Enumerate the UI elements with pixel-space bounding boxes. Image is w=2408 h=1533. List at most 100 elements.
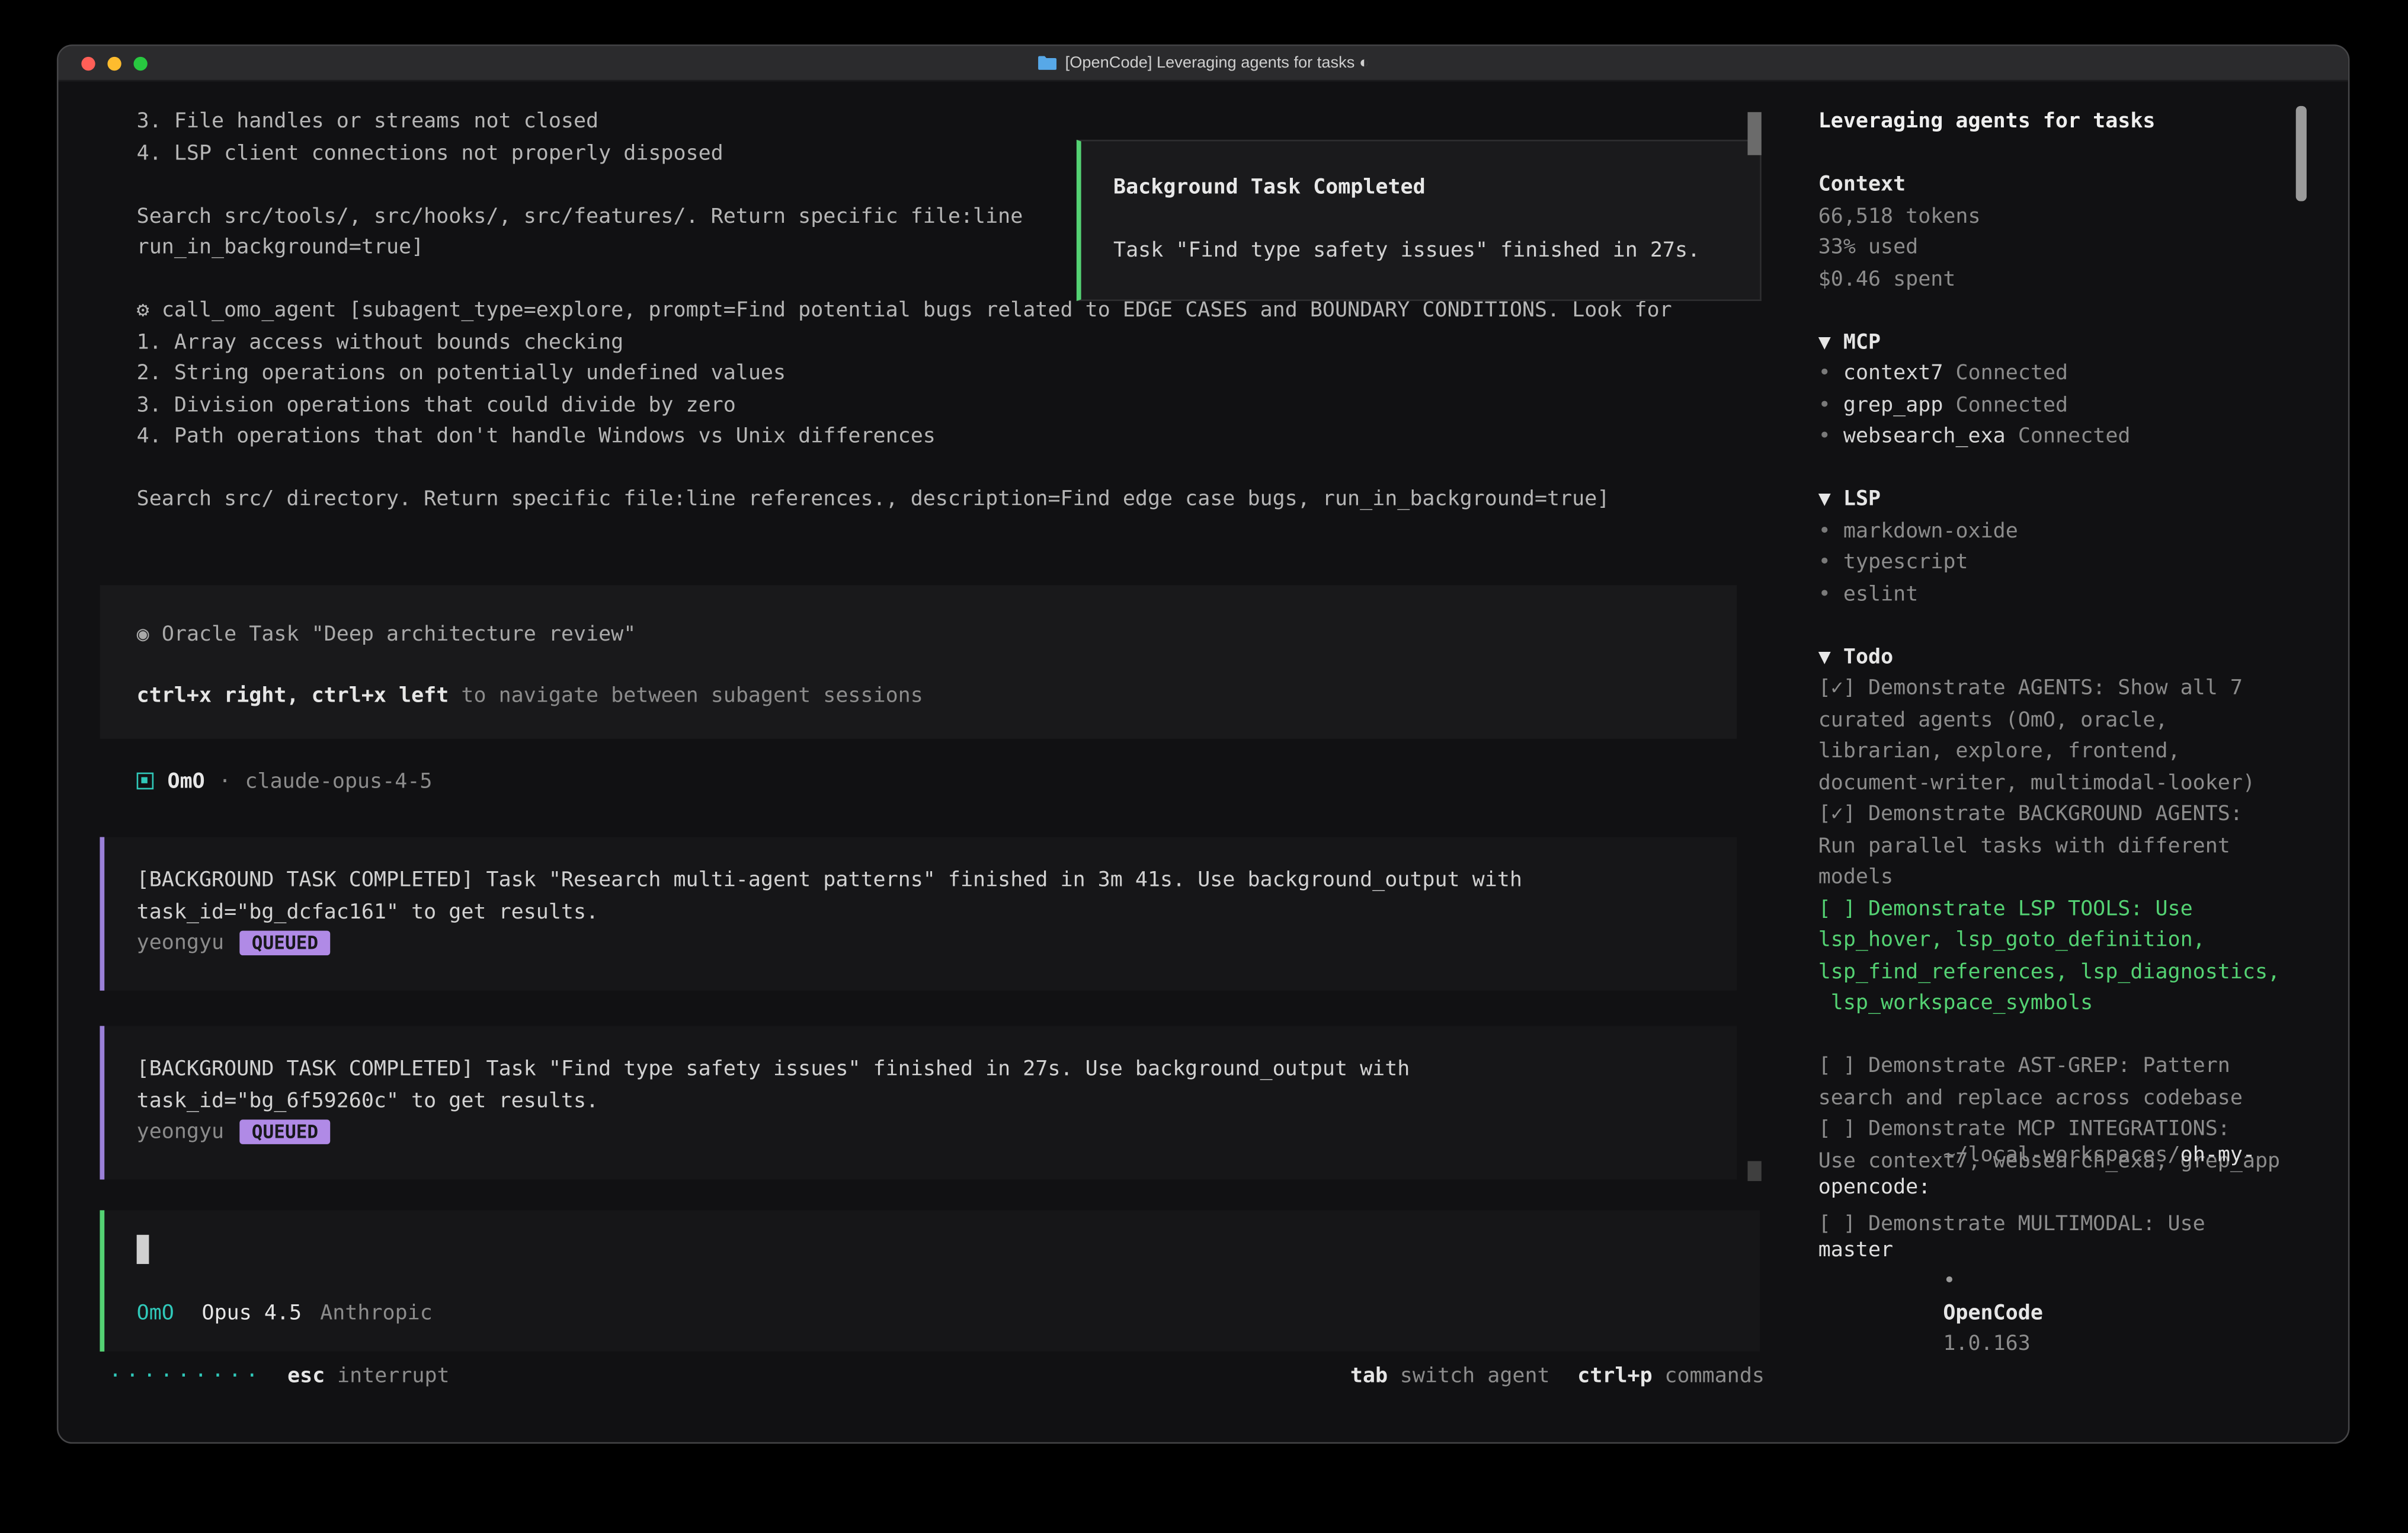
prompt-input[interactable]: OmO Opus 4.5 Anthropic	[100, 1210, 1760, 1351]
chevron-down-icon: ▼	[1818, 644, 1831, 668]
window-title: [OpenCode] Leveraging agents for tasks ◐	[1038, 54, 1369, 72]
lsp-section: ▼ LSP • markdown-oxide • typescript • es…	[1818, 484, 2348, 610]
tab-keyhint-label: switch agent	[1400, 1361, 1550, 1392]
ctrlp-keyhint: ctrl+p	[1577, 1361, 1652, 1392]
gear-icon: ⚙	[137, 298, 149, 322]
context-used: 33% used	[1818, 232, 2348, 263]
message-author: yeongyu	[137, 927, 224, 959]
notification-body: Task "Find type safety issues" finished …	[1113, 234, 1726, 265]
provider-label: Anthropic	[320, 1298, 433, 1329]
message-text: [BACKGROUND TASK COMPLETED] Task "Resear…	[137, 865, 1706, 896]
close-button[interactable]	[81, 56, 95, 70]
agent-name: OmO	[168, 766, 205, 797]
message-footer: yeongyu QUEUED	[137, 927, 1706, 959]
todo-item: [✓] Demonstrate AGENTS: Show all 7 curat…	[1818, 673, 2298, 799]
hint-keys: ctrl+x right, ctrl+x left	[137, 683, 449, 708]
bullet-icon: •	[1818, 361, 1831, 385]
message-footer: yeongyu QUEUED	[137, 1116, 1706, 1148]
bullet-icon: •	[1818, 550, 1831, 574]
status-bar: ········· esc interrupt tab switch agent…	[109, 1361, 1765, 1392]
notification-toast: Background Task Completed Task "Find typ…	[1077, 140, 1762, 301]
chevron-down-icon: ▼	[1818, 487, 1831, 511]
zoom-button[interactable]	[133, 56, 147, 70]
terminal-line: 3. Division operations that could divide…	[137, 389, 1738, 421]
context-spent: $0.46 spent	[1818, 263, 2348, 295]
bullet-icon: •	[1818, 581, 1831, 606]
context-section: Context 66,518 tokens 33% used $0.46 spe…	[1818, 169, 2348, 295]
app-version: • OpenCode 1.0.163	[1818, 1234, 2043, 1392]
bullet-icon: •	[1943, 1269, 1955, 1293]
esc-keyhint-label: interrupt	[337, 1361, 450, 1392]
text-cursor	[137, 1235, 149, 1264]
bullet-icon: •	[1818, 392, 1831, 417]
bullet-icon: •	[1818, 519, 1831, 543]
todo-item-current: [ ] Demonstrate LSP TOOLS: Use lsp_hover…	[1818, 893, 2298, 1019]
tool-call-text: call_omo_agent [subagent_type=explore, p…	[149, 298, 1672, 322]
app-name: OpenCode	[1943, 1300, 2043, 1324]
terminal-main: 3. File handles or streams not closed 4.…	[58, 81, 1795, 1442]
main-scrollbar-thumb[interactable]	[1747, 112, 1761, 155]
oracle-task-title: ◉ Oracle Task "Deep architecture review"	[137, 618, 1700, 649]
message-text: task_id="bg_6f59260c" to get results.	[137, 1085, 1706, 1116]
terminal-line: 1. Array access without bounds checking	[137, 327, 1738, 358]
terminal-line-blank	[137, 452, 1738, 484]
record-icon: ◉	[137, 621, 149, 645]
mcp-item: • grep_app Connected	[1818, 389, 2348, 421]
session-title: Leveraging agents for tasks	[1818, 106, 2348, 137]
workspace-dir: ~/local-workspaces/	[1943, 1142, 2180, 1167]
message-author: yeongyu	[137, 1116, 224, 1148]
lsp-item: • eslint	[1818, 578, 2348, 610]
hint-rest: to navigate between subagent sessions	[449, 683, 923, 708]
subagent-nav-hint: ctrl+x right, ctrl+x left to navigate be…	[137, 680, 1700, 712]
spinner: ·········	[109, 1361, 263, 1392]
sidebar: Leveraging agents for tasks Context 66,5…	[1795, 81, 2348, 1442]
todo-item: [ ] Demonstrate AST-GREP: Pattern search…	[1818, 1051, 2298, 1113]
message-text: task_id="bg_dcfac161" to get results.	[137, 896, 1706, 927]
terminal-line: 4. Path operations that don't handle Win…	[137, 421, 1738, 452]
traffic-lights	[81, 46, 147, 80]
todo-item: [✓] Demonstrate BACKGROUND AGENTS: Run p…	[1818, 799, 2298, 893]
active-agent-label: OmO	[137, 1298, 174, 1329]
todo-section-header[interactable]: ▼ Todo	[1818, 641, 2348, 673]
oracle-task-panel: ◉ Oracle Task "Deep architecture review"…	[100, 584, 1737, 738]
terminal-window: [OpenCode] Leveraging agents for tasks ◐…	[57, 44, 2350, 1444]
separator-dot: ·	[219, 766, 231, 797]
screen: [OpenCode] Leveraging agents for tasks ◐…	[0, 0, 2408, 1533]
agent-icon	[137, 773, 154, 790]
sidebar-scrollbar[interactable]	[2296, 106, 2307, 1442]
statusbar-right: tab switch agent ctrl+p commands	[1350, 1361, 1765, 1392]
notification-title: Background Task Completed	[1113, 172, 1726, 203]
chevron-down-icon: ▼	[1818, 329, 1831, 354]
lsp-item: • markdown-oxide	[1818, 516, 2348, 547]
mcp-section: ▼ MCP • context7 Connected • grep_app Co…	[1818, 327, 2348, 453]
model-selector-row[interactable]: OmO Opus 4.5 Anthropic	[137, 1298, 1728, 1329]
folder-icon	[1038, 55, 1056, 71]
sidebar-scrollbar-thumb[interactable]	[2296, 106, 2307, 201]
status-badge: QUEUED	[239, 931, 331, 955]
mcp-item: • context7 Connected	[1818, 358, 2348, 389]
tab-keyhint: tab	[1350, 1361, 1388, 1392]
minimize-button[interactable]	[107, 56, 121, 70]
terminal-line: 2. String operations on potentially unde…	[137, 358, 1738, 389]
message-block: [BACKGROUND TASK COMPLETED] Task "Find t…	[100, 1026, 1737, 1179]
context-header: Context	[1818, 169, 2348, 200]
message-block: [BACKGROUND TASK COMPLETED] Task "Resear…	[100, 837, 1737, 991]
mcp-section-header[interactable]: ▼ MCP	[1818, 327, 2348, 358]
agent-model: claude-opus-4-5	[245, 766, 432, 797]
message-text: [BACKGROUND TASK COMPLETED] Task "Find t…	[137, 1054, 1706, 1085]
terminal-line: Search src/ directory. Return specific f…	[137, 484, 1738, 515]
esc-keyhint: esc	[287, 1361, 325, 1392]
active-model-label: Opus 4.5	[202, 1298, 302, 1329]
lsp-item: • typescript	[1818, 547, 2348, 578]
context-tokens: 66,518 tokens	[1818, 200, 2348, 232]
window-title-text: [OpenCode] Leveraging agents for tasks ◐	[1065, 54, 1369, 72]
main-scrollbar-marker[interactable]	[1747, 1161, 1761, 1181]
status-badge: QUEUED	[239, 1120, 331, 1144]
agent-header: OmO · claude-opus-4-5	[137, 766, 1795, 797]
mcp-item: • websearch_exa Connected	[1818, 421, 2348, 452]
bullet-icon: •	[1818, 424, 1831, 448]
main-scrollbar[interactable]	[1747, 81, 1761, 1442]
lsp-section-header[interactable]: ▼ LSP	[1818, 484, 2348, 515]
window-titlebar[interactable]: [OpenCode] Leveraging agents for tasks ◐	[58, 46, 2348, 82]
app-version-number: 1.0.163	[1943, 1332, 2030, 1356]
